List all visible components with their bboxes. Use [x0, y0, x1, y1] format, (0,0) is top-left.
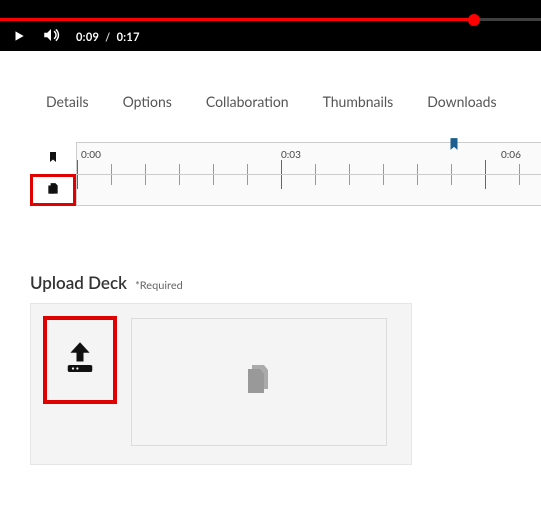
tab-details[interactable]: Details — [46, 93, 89, 110]
deck-slot[interactable] — [131, 318, 387, 446]
timeline-bookmark-row-toggle[interactable] — [30, 142, 76, 174]
video-controls: 0:09 / 0:17 — [12, 25, 529, 49]
volume-icon[interactable] — [42, 26, 60, 48]
upload-deck-section: Upload Deck *Required — [0, 206, 541, 465]
document-stack-icon — [246, 365, 272, 399]
timeline-row-icons — [30, 142, 76, 206]
time-separator: / — [105, 31, 110, 44]
upload-deck-heading: Upload Deck *Required — [30, 272, 541, 293]
timeline: 0:00 0:03 0:06 — [30, 142, 541, 206]
current-time: 0:09 — [76, 31, 99, 44]
video-time: 0:09 / 0:17 — [76, 31, 140, 44]
timeline-slides-row-toggle[interactable] — [30, 174, 76, 206]
tick-label-6: 0:06 — [501, 149, 521, 161]
tab-downloads[interactable]: Downloads — [427, 93, 496, 110]
upload-deck-title: Upload Deck — [30, 272, 127, 293]
timeline-track[interactable]: 0:00 0:03 0:06 — [76, 142, 541, 206]
document-icon — [46, 181, 60, 200]
video-progress-head[interactable] — [468, 14, 480, 26]
required-label: *Required — [135, 279, 183, 292]
video-duration: 0:17 — [117, 31, 140, 44]
tick-label-3: 0:03 — [281, 149, 301, 161]
video-progress-fill — [0, 18, 472, 21]
timeline-ruler-top: 0:00 0:03 0:06 — [77, 143, 541, 175]
play-icon[interactable] — [12, 28, 26, 47]
video-progress-track[interactable] — [0, 18, 541, 21]
upload-deck-panel — [30, 303, 412, 465]
tab-options[interactable]: Options — [123, 93, 172, 110]
bookmark-icon — [47, 149, 59, 168]
tab-thumbnails[interactable]: Thumbnails — [323, 93, 394, 110]
upload-button[interactable] — [43, 316, 117, 404]
upload-icon — [59, 337, 101, 383]
tab-collaboration[interactable]: Collaboration — [206, 93, 289, 110]
tab-bar: Details Options Collaboration Thumbnails… — [0, 51, 541, 130]
video-player[interactable]: 0:09 / 0:17 — [0, 0, 541, 51]
tick-label-0: 0:00 — [81, 149, 101, 161]
timeline-ruler-bottom — [77, 175, 541, 206]
